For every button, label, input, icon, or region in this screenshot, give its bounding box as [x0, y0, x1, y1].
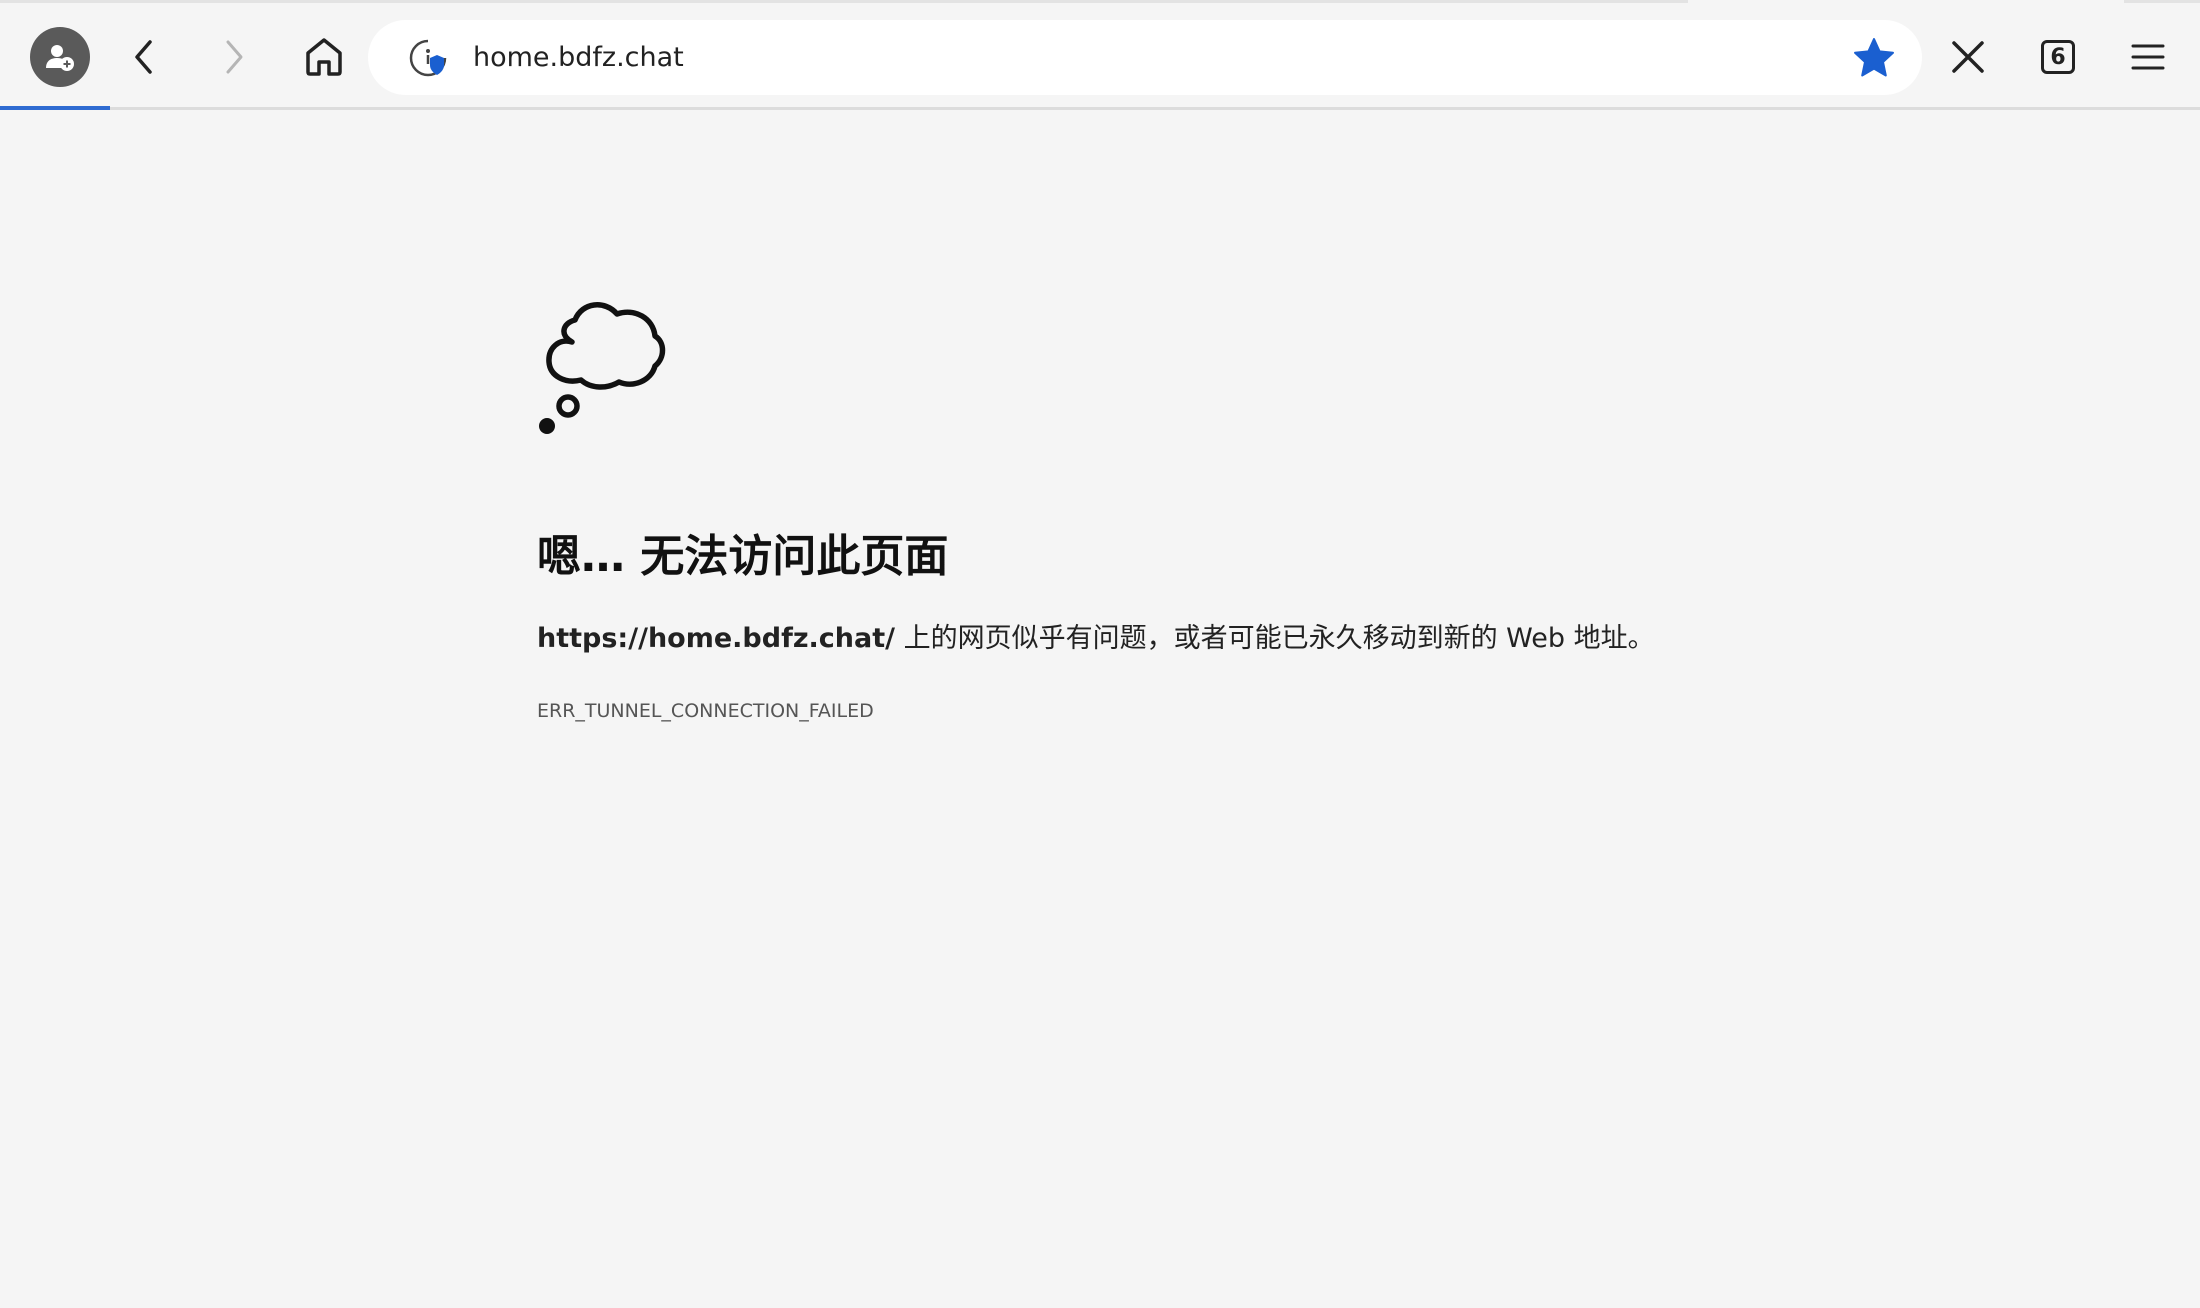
profile-button[interactable]: [30, 27, 90, 87]
menu-button[interactable]: [2116, 25, 2180, 89]
tab-switcher-button[interactable]: 6: [2026, 25, 2090, 89]
thought-cloud-icon: [539, 302, 666, 434]
guest-profile-icon: [46, 45, 74, 71]
error-description-text: 上的网页似乎有问题，或者可能已永久移动到新的 Web 地址。: [895, 623, 1655, 654]
home-button[interactable]: [292, 25, 356, 89]
page-load-progress: [0, 106, 110, 110]
error-url: https://home.bdfz.chat/: [537, 623, 896, 654]
home-icon: [306, 38, 342, 76]
browser-toolbar: home.bdfz.chat 6: [0, 3, 2200, 107]
error-title: 嗯… 无法访问此页面: [537, 531, 949, 582]
site-info-shield-icon: [409, 39, 447, 77]
site-info-button[interactable]: [408, 38, 448, 78]
hamburger-menu-icon: [2131, 44, 2165, 70]
address-bar[interactable]: home.bdfz.chat: [368, 20, 1922, 95]
chevron-left-icon: [135, 40, 152, 74]
back-button[interactable]: [112, 25, 176, 89]
url-text[interactable]: home.bdfz.chat: [473, 20, 684, 95]
chevron-right-icon: [226, 40, 243, 74]
error-code: ERR_TUNNEL_CONNECTION_FAILED: [537, 700, 874, 722]
tab-count-badge: 6: [2041, 40, 2075, 74]
close-icon: [1952, 41, 1984, 73]
bookmark-button[interactable]: [1852, 36, 1896, 80]
forward-button[interactable]: [202, 25, 266, 89]
stop-button[interactable]: [1936, 25, 2000, 89]
toolbar-divider: [0, 107, 2200, 110]
star-filled-icon: [1854, 38, 1894, 77]
error-description: https://home.bdfz.chat/ 上的网页似乎有问题，或者可能已永…: [537, 616, 1655, 655]
